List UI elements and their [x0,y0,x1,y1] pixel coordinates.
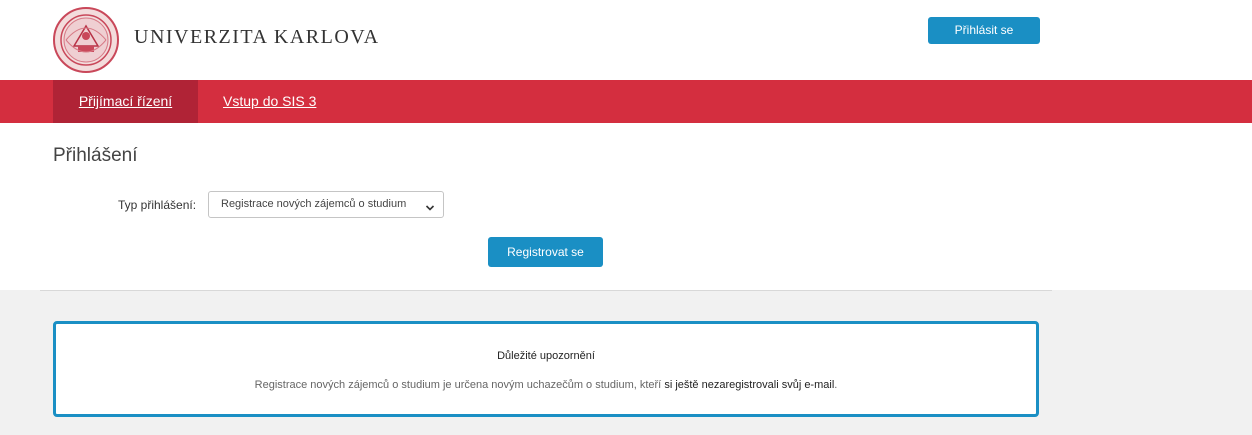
nav-item-sis3[interactable]: Vstup do SIS 3 [223,80,316,123]
login-form-section: Přihlášení Typ přihlášení: Registrace no… [0,123,1252,290]
page-title: Přihlášení [53,145,138,166]
register-button[interactable]: Registrovat se [488,237,603,267]
page-header: UNIVERZITA KARLOVA Přihlásit se [0,0,1252,80]
login-button[interactable]: Přihlásit se [928,17,1040,44]
login-type-select[interactable]: Registrace nových zájemců o studium [208,191,444,218]
notice-text: Registrace nových zájemců o studium je u… [56,379,1036,391]
notice-text-suffix: . [834,379,838,391]
university-seal-icon[interactable] [52,6,120,74]
notice-text-emphasis: si ještě nezaregistrovali svůj e-mail [664,379,835,391]
important-notice-box: Důležité upozornění Registrace nových zá… [53,321,1039,417]
notice-text-prefix: Registrace nových zájemců o studium je u… [254,379,665,391]
nav-item-admissions[interactable]: Přijímací řízení [53,80,198,123]
divider [40,290,1052,291]
login-type-label: Typ přihlášení: [118,198,197,212]
university-name: UNIVERZITA KARLOVA [134,26,380,48]
notice-section: Důležité upozornění Registrace nových zá… [0,290,1252,435]
notice-title: Důležité upozornění [497,350,595,362]
main-navigation: Přijímací řízení Vstup do SIS 3 [0,80,1252,123]
chevron-down-icon [425,200,435,211]
login-type-selected-value: Registrace nových zájemců o studium [221,198,407,210]
